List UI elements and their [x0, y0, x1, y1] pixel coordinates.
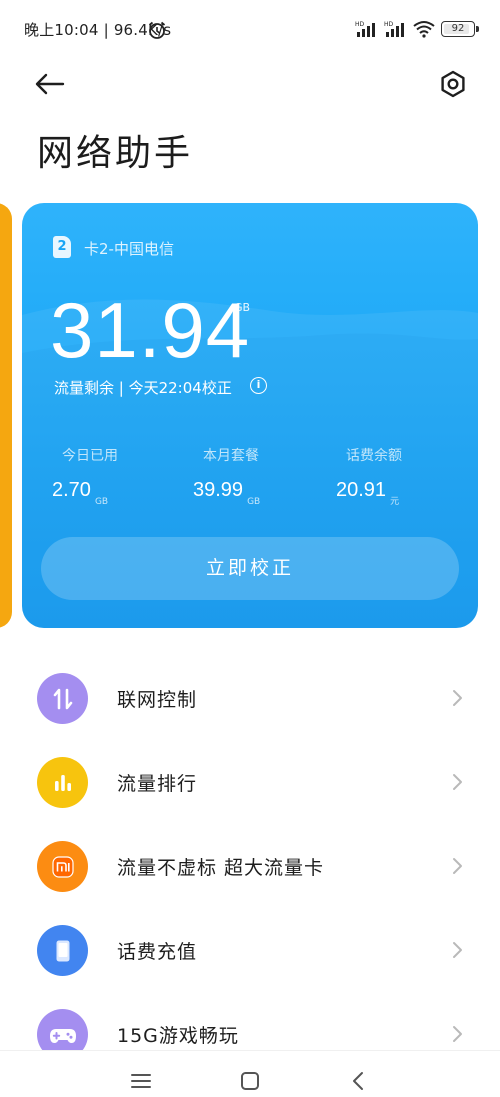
system-nav-bar — [0, 1050, 500, 1097]
chevron-right-icon — [453, 690, 462, 706]
chevron-right-icon — [453, 858, 462, 874]
home-square-icon — [241, 1072, 259, 1090]
battery-nub — [476, 26, 479, 32]
carrier-label: 卡2-中国电信 — [84, 240, 174, 258]
mi-logo-icon — [51, 855, 74, 878]
stat-unit: GB — [247, 497, 261, 507]
arrows-updown-icon — [53, 688, 72, 709]
recent-apps-button[interactable] — [129, 1069, 153, 1093]
feature-menu: 联网控制 流量排行 流量不虚标 超大流量卡 话费充值 15G游戏畅玩 — [0, 656, 500, 1076]
adjacent-sim-card[interactable] — [0, 203, 12, 628]
menu-icon — [131, 1074, 151, 1088]
settings-button[interactable] — [435, 66, 471, 102]
gear-icon — [441, 70, 465, 98]
menu-item-network-control[interactable]: 联网控制 — [0, 656, 500, 740]
chevron-right-icon — [453, 942, 462, 958]
stat-monthly-plan: 本月套餐 39.99GB — [193, 445, 323, 507]
info-icon[interactable]: i — [250, 377, 267, 394]
menu-label: 流量不虚标 超大流量卡 — [117, 857, 325, 879]
back-chevron-icon — [353, 1072, 363, 1090]
alarm-icon — [148, 21, 166, 39]
signal-icon-2: HD — [384, 21, 404, 37]
stat-value: 39.99 — [193, 479, 244, 501]
menu-label: 15G游戏畅玩 — [117, 1025, 239, 1047]
battery-icon: 92 — [441, 21, 479, 37]
svg-text:HD: HD — [355, 21, 365, 28]
gamepad-icon — [49, 1028, 76, 1043]
stat-label: 本月套餐 — [203, 448, 259, 464]
sim-slot-badge: 2 — [53, 236, 71, 258]
menu-icon-bg — [37, 841, 88, 892]
stat-unit: GB — [94, 497, 109, 507]
status-bar: 晚上10:04 | 96.4K/s HD HD 92 — [0, 0, 500, 60]
back-arrow-icon — [35, 73, 65, 95]
system-back-button[interactable] — [346, 1069, 370, 1093]
home-button[interactable] — [238, 1069, 262, 1093]
menu-icon-bg — [37, 757, 88, 808]
menu-label: 话费充值 — [117, 941, 198, 963]
menu-icon-bg — [37, 925, 88, 976]
chevron-right-icon — [453, 774, 462, 790]
remaining-data-label: 流量剩余 | 今天22:04校正 — [54, 379, 232, 397]
back-button[interactable] — [32, 66, 68, 102]
menu-label: 联网控制 — [117, 689, 198, 711]
stat-value: 2.70 — [52, 479, 91, 501]
remaining-data-unit: GB — [234, 301, 251, 314]
menu-label: 流量排行 — [117, 773, 198, 795]
menu-item-traffic-ranking[interactable]: 流量排行 — [0, 740, 500, 824]
menu-icon-bg — [37, 673, 88, 724]
menu-item-recharge[interactable]: 话费充值 — [0, 908, 500, 992]
data-usage-card[interactable]: 2 卡2-中国电信 31.94 GB 流量剩余 | 今天22:04校正 i 今日… — [22, 203, 478, 628]
battery-level: 92 — [451, 23, 465, 34]
wifi-icon — [413, 21, 435, 38]
stat-value: 20.91 — [336, 479, 387, 501]
stat-label: 今日已用 — [62, 448, 118, 464]
page-title: 网络助手 — [37, 133, 194, 174]
calibrate-button[interactable]: 立即校正 — [41, 537, 459, 600]
remaining-data-value: 31.94 — [50, 286, 251, 374]
stat-balance: 话费余额 20.91元 — [336, 445, 466, 507]
svg-text:HD: HD — [384, 21, 394, 28]
bar-chart-icon — [54, 774, 71, 791]
stat-unit: 元 — [390, 497, 400, 507]
chevron-right-icon — [453, 1026, 462, 1042]
stat-today-used: 今日已用 2.70GB — [52, 445, 182, 507]
menu-item-data-card-promo[interactable]: 流量不虚标 超大流量卡 — [0, 824, 500, 908]
signal-icon: HD — [355, 21, 375, 37]
stat-label: 话费余额 — [346, 448, 402, 464]
phone-icon — [56, 940, 69, 961]
